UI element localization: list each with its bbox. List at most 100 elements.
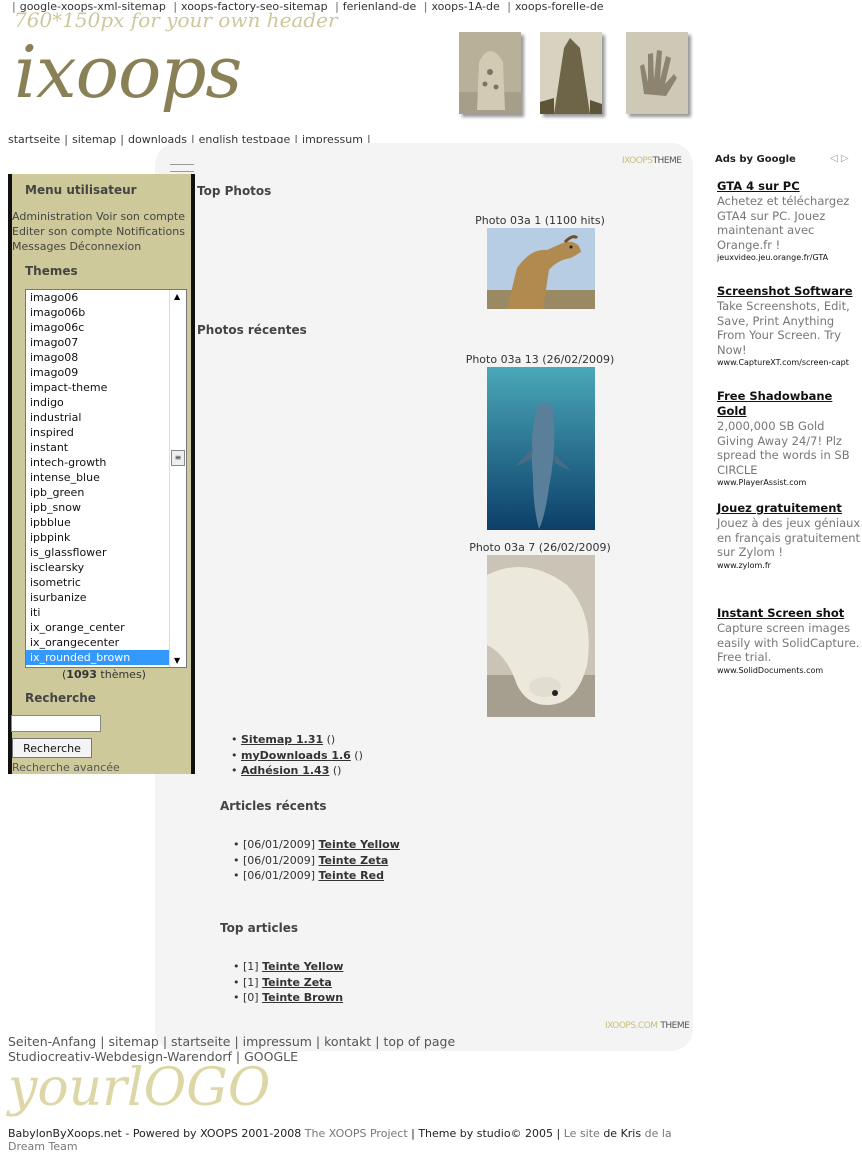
article-link[interactable]: Teinte Yellow bbox=[318, 838, 399, 851]
collapse-handle-icon[interactable] bbox=[170, 164, 194, 172]
list-item: [06/01/2009] Teinte Red bbox=[233, 868, 400, 884]
theme-option[interactable]: intech-growth bbox=[26, 455, 169, 470]
user-menu: Administration Voir son compte Editer so… bbox=[12, 209, 196, 254]
themes-listbox[interactable]: imago06 imago06b imago06c imago07 imago08 ima… bbox=[25, 289, 187, 668]
ad-item[interactable]: Screenshot Software Take Screenshots, Ed… bbox=[717, 284, 862, 368]
ad-item[interactable]: Jouez gratuitement Jouez à des jeux géni… bbox=[717, 501, 862, 571]
theme-option[interactable]: imago06c bbox=[26, 320, 169, 335]
ad-title[interactable]: Screenshot Software bbox=[717, 284, 862, 299]
theme-option[interactable]: ipb_snow bbox=[26, 500, 169, 515]
le-site-link[interactable]: Le site bbox=[564, 1127, 600, 1140]
top-link-1a[interactable]: xoops-1A-de bbox=[431, 0, 499, 13]
list-item: Sitemap 1.31 () bbox=[231, 732, 363, 748]
recent-photo-dolphin[interactable] bbox=[487, 367, 595, 530]
theme-option[interactable]: ix_rounded_brown bbox=[26, 650, 169, 665]
module-link-mydownloads[interactable]: myDownloads 1.6 bbox=[241, 749, 351, 762]
theme-option[interactable]: intense_blue bbox=[26, 470, 169, 485]
theme-option[interactable]: ipbpink bbox=[26, 530, 169, 545]
theme-option[interactable]: impact-theme bbox=[26, 380, 169, 395]
footer-link-sitemap[interactable]: sitemap bbox=[108, 1034, 158, 1049]
article-link[interactable]: Teinte Red bbox=[318, 869, 383, 882]
scroll-thumb[interactable]: ≡ bbox=[171, 450, 185, 466]
theme-option[interactable]: isometric bbox=[26, 575, 169, 590]
theme-option[interactable]: imago06 bbox=[26, 290, 169, 305]
top-link-forelle[interactable]: xoops-forelle-de bbox=[515, 0, 604, 13]
ads-by-google-label[interactable]: Ads by Google bbox=[715, 154, 796, 165]
theme-option[interactable]: imago08 bbox=[26, 350, 169, 365]
theme-option[interactable]: ix_orangecenter bbox=[26, 635, 169, 650]
module-link-sitemap[interactable]: Sitemap 1.31 bbox=[241, 733, 323, 746]
header-note: 760*150px for your own header bbox=[14, 8, 338, 32]
article-link[interactable]: Teinte Yellow bbox=[262, 960, 343, 973]
scroll-down-icon[interactable]: ▼ bbox=[174, 656, 180, 665]
ad-url[interactable]: www.PlayerAssist.com bbox=[717, 477, 862, 488]
theme-option[interactable]: inspired bbox=[26, 425, 169, 440]
theme-option[interactable]: iti bbox=[26, 605, 169, 620]
ad-body: 2,000,000 SB Gold Giving Away 24/7! Plz … bbox=[717, 419, 850, 477]
ad-url[interactable]: www.SolidDocuments.com bbox=[717, 665, 862, 676]
advanced-search-link[interactable]: Recherche avancée bbox=[12, 761, 120, 774]
theme-option[interactable]: ipb_green bbox=[26, 485, 169, 500]
site-logo[interactable]: ixoops bbox=[14, 30, 242, 114]
theme-option[interactable]: imago07 bbox=[26, 335, 169, 350]
ad-item[interactable]: Free Shadowbane Gold 2,000,000 SB Gold G… bbox=[717, 389, 862, 488]
article-link[interactable]: Teinte Zeta bbox=[262, 976, 332, 989]
recent-photo-polar-bear[interactable] bbox=[487, 555, 595, 717]
ad-title[interactable]: Jouez gratuitement bbox=[717, 501, 862, 516]
nav-sitemap[interactable]: sitemap bbox=[72, 133, 116, 146]
theme-option[interactable]: isurbanize bbox=[26, 590, 169, 605]
copyright-text: BabylonByXoops.net - Powered by XOOPS 20… bbox=[8, 1127, 672, 1153]
user-menu-administration[interactable]: Administration bbox=[12, 210, 93, 223]
search-input[interactable] bbox=[11, 715, 101, 732]
ad-item[interactable]: GTA 4 sur PC Achetez et téléchargez GTA4… bbox=[717, 179, 862, 263]
list-item: myDownloads 1.6 () bbox=[231, 748, 363, 764]
theme-option[interactable]: is_glassflower bbox=[26, 545, 169, 560]
article-link[interactable]: Teinte Brown bbox=[262, 991, 343, 1004]
footer-link-startseite[interactable]: startseite bbox=[171, 1034, 230, 1049]
top-link-ferienland[interactable]: ferienland-de bbox=[343, 0, 416, 13]
themes-scrollbar[interactable]: ▲ ≡ ▼ bbox=[169, 290, 186, 667]
list-item: [06/01/2009] Teinte Yellow bbox=[233, 837, 400, 853]
theme-option[interactable]: imago09 bbox=[26, 365, 169, 380]
recent-photo-caption-1: Photo 03a 13 (26/02/2009) bbox=[465, 353, 615, 366]
top-photo-caption: Photo 03a 1 (1100 hits) bbox=[475, 214, 605, 227]
top-photo-camel[interactable] bbox=[487, 228, 595, 309]
ad-body: Capture screen images easily with SolidC… bbox=[717, 621, 860, 664]
article-link[interactable]: Teinte Zeta bbox=[318, 854, 388, 867]
theme-option[interactable]: ix_orange_center bbox=[26, 620, 169, 635]
nav-startseite[interactable]: startseite bbox=[8, 133, 60, 146]
ad-url[interactable]: www.zylom.fr bbox=[717, 560, 862, 571]
recent-articles-title: Articles récents bbox=[220, 799, 327, 813]
footer-link-seiten-anfang[interactable]: Seiten-Anfang bbox=[8, 1034, 96, 1049]
header-photo-hand bbox=[626, 32, 688, 114]
theme-option[interactable]: instant bbox=[26, 440, 169, 455]
ad-url[interactable]: jeuxvideo.jeu.orange.fr/GTA bbox=[717, 252, 862, 263]
module-link-adhesion[interactable]: Adhésion 1.43 bbox=[241, 764, 329, 777]
theme-option[interactable]: imago06b bbox=[26, 305, 169, 320]
user-menu-editer-compte[interactable]: Editer son compte bbox=[12, 225, 113, 238]
user-menu-deconnexion[interactable]: Déconnexion bbox=[69, 240, 141, 253]
themes-title: Themes bbox=[25, 264, 78, 278]
theme-option[interactable]: isclearsky bbox=[26, 560, 169, 575]
ad-url[interactable]: www.CaptureXT.com/screen-capt bbox=[717, 357, 862, 368]
theme-option[interactable]: ipbblue bbox=[26, 515, 169, 530]
user-menu-title: Menu utilisateur bbox=[25, 183, 137, 197]
theme-option[interactable]: industrial bbox=[26, 410, 169, 425]
ad-title[interactable]: Instant Screen shot bbox=[717, 606, 862, 621]
ads-nav-arrows-icon[interactable]: ◁ ▷ bbox=[830, 153, 849, 164]
theme-option[interactable]: indigo bbox=[26, 395, 169, 410]
ad-title[interactable]: GTA 4 sur PC bbox=[717, 179, 862, 194]
ad-title[interactable]: Free Shadowbane Gold bbox=[717, 389, 862, 419]
recent-photos-title: Photos récentes bbox=[197, 323, 307, 337]
user-menu-voir-compte[interactable]: Voir son compte bbox=[96, 210, 185, 223]
search-button[interactable]: Recherche bbox=[12, 738, 92, 758]
list-item: [1] Teinte Zeta bbox=[233, 975, 343, 991]
scroll-up-icon[interactable]: ▲ bbox=[174, 292, 180, 301]
user-menu-notifications[interactable]: Notifications bbox=[116, 225, 185, 238]
user-menu-messages[interactable]: Messages bbox=[12, 240, 66, 253]
footer-link-impressum[interactable]: impressum bbox=[243, 1034, 312, 1049]
xoops-project-link[interactable]: The XOOPS Project bbox=[305, 1127, 408, 1140]
footer-link-top-of-page[interactable]: top of page bbox=[383, 1034, 455, 1049]
ad-item[interactable]: Instant Screen shot Capture screen image… bbox=[717, 606, 862, 676]
footer-link-kontakt[interactable]: kontakt bbox=[324, 1034, 371, 1049]
